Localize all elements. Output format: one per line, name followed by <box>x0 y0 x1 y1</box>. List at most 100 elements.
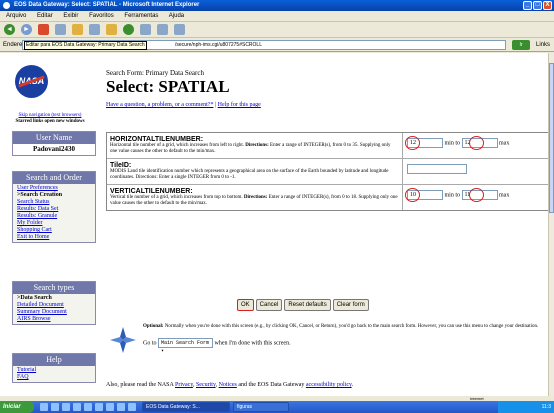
sidebar-item-search-status[interactable]: Search Status <box>17 199 91 206</box>
optional-text: Optional: Normally when you're done with… <box>143 324 539 329</box>
clear-form-button[interactable]: Clear form <box>332 299 369 311</box>
quicklaunch-icon[interactable] <box>40 403 48 411</box>
sidebar-item-detailed-document[interactable]: Detailed Document <box>17 302 91 309</box>
window-title: EOS Data Gateway: Select: SPATIAL - Micr… <box>14 2 200 8</box>
vtile-max-label: max <box>499 192 510 199</box>
address-bar: Endereço /secure/nph-ims.cgi/u807275#SCR… <box>0 38 554 52</box>
privacy-link[interactable]: Privacy <box>175 382 193 388</box>
policy-line: Also, please read the NASA Privacy, Secu… <box>106 382 354 388</box>
quicklaunch-icon[interactable] <box>62 403 70 411</box>
tileid-row: TileID: MODIS Land tile identification n… <box>107 159 548 185</box>
notices-link[interactable]: Notices <box>219 382 237 388</box>
vtile-description: Vertical tile number of a grid, which in… <box>110 195 398 206</box>
page-content: NASA Skip navigation (text browsers) Sta… <box>0 53 548 396</box>
htile-max-label: max <box>499 140 510 147</box>
sidebar-item-user-preferences[interactable]: User Preferences <box>17 185 91 192</box>
quicklaunch-icon[interactable] <box>51 403 59 411</box>
sidebar-item-results-granule[interactable]: Results: Granule <box>17 213 91 220</box>
sidebar-item-search-creation[interactable]: >Search Creation <box>17 192 91 199</box>
menu-edit[interactable]: Editar <box>37 13 53 19</box>
ok-button[interactable]: OK <box>237 299 254 311</box>
taskbar-item-eos[interactable]: EOS Data Gateway: S... <box>142 402 230 412</box>
search-types-box: Search types >Data Search Detailed Docum… <box>12 281 96 325</box>
tileid-controls <box>407 164 467 174</box>
vtile-min-to-label: min to <box>444 192 461 199</box>
sidebar-item-exit-home[interactable]: Exit to Home <box>17 234 91 241</box>
sidebar-item-my-folder[interactable]: My Folder <box>17 220 91 227</box>
go-button[interactable]: Ir <box>512 40 530 50</box>
cancel-button[interactable]: Cancel <box>255 299 283 311</box>
media-icon[interactable] <box>123 24 134 35</box>
quicklaunch-icon[interactable] <box>84 403 92 411</box>
question-link[interactable]: Have a question, a problem, or a comment… <box>106 102 213 108</box>
destination-select[interactable]: Main Search Form ▾ <box>158 338 213 354</box>
print-icon[interactable] <box>174 24 185 35</box>
system-tray: 11:3 <box>498 401 554 413</box>
vtile-controls: 10 min to 11 max <box>407 190 509 200</box>
menu-help[interactable]: Ajuda <box>169 13 184 19</box>
search-icon[interactable] <box>89 24 100 35</box>
search-types-header: Search types <box>13 282 95 294</box>
htile-row: HORIZONTALTILENUMBER: Horizontal tile nu… <box>107 133 548 159</box>
tileid-input[interactable] <box>407 164 467 174</box>
quicklaunch-icon[interactable] <box>128 403 136 411</box>
home-icon[interactable] <box>72 24 83 35</box>
minimize-button[interactable]: _ <box>523 1 532 10</box>
sidebar-item-shopping-cart[interactable]: Shopping Cart <box>17 227 91 234</box>
security-link[interactable]: Security <box>196 382 216 388</box>
reset-defaults-button[interactable]: Reset defaults <box>284 299 331 311</box>
accessibility-link[interactable]: accessibility policy <box>306 382 352 388</box>
internet-explorer-icon <box>3 2 10 9</box>
htile-controls: 12 min to 12 max <box>407 138 509 148</box>
back-button-icon[interactable]: ◄ <box>4 24 15 35</box>
nasa-logo[interactable]: NASA <box>15 65 48 98</box>
search-order-box: Search and Order User Preferences >Searc… <box>12 171 96 243</box>
menu-tools[interactable]: Ferramentas <box>124 13 158 19</box>
links-toolbar[interactable]: Links <box>536 38 550 52</box>
sidebar-item-results-data-set[interactable]: Results: Data Set <box>17 206 91 213</box>
stop-icon[interactable] <box>38 24 49 35</box>
menu-favorites[interactable]: Favoritos <box>89 13 114 19</box>
forward-button-icon[interactable]: ► <box>21 24 32 35</box>
menu-view[interactable]: Exibir <box>63 13 78 19</box>
sidebar-item-tutorial[interactable]: Tutorial <box>17 367 91 374</box>
history-icon[interactable] <box>140 24 151 35</box>
quicklaunch-icon[interactable] <box>117 403 125 411</box>
form-buttons: OK Cancel Reset defaults Clear form <box>237 299 369 311</box>
mail-icon[interactable] <box>157 24 168 35</box>
help-page-link[interactable]: Help for this page <box>218 102 261 108</box>
sidebar-item-summary-document[interactable]: Summary Document <box>17 309 91 316</box>
optional-destination: Optional: Normally when you're done with… <box>106 316 548 371</box>
tileid-description: MODIS Land tile identification number wh… <box>110 169 389 180</box>
highlight-circle-htile-min <box>405 136 420 150</box>
menu-file[interactable]: Arquivo <box>6 13 26 19</box>
help-header: Help <box>13 354 95 366</box>
sidebar-item-airs-browse[interactable]: AIRS Browse <box>17 316 91 323</box>
taskbar-item-figuras[interactable]: figuras <box>233 402 289 412</box>
search-order-header: Search and Order <box>13 172 95 184</box>
quicklaunch-icon[interactable] <box>95 403 103 411</box>
page-title: Select: SPATIAL <box>106 77 230 96</box>
refresh-icon[interactable] <box>55 24 66 35</box>
help-box: Help Tutorial FAQ <box>12 353 96 383</box>
spatial-form: HORIZONTALTILENUMBER: Horizontal tile nu… <box>106 132 548 211</box>
highlight-circle-vtile-max <box>469 188 484 202</box>
close-button[interactable]: X <box>543 1 552 10</box>
highlight-circle-htile-max <box>469 136 484 150</box>
clock: 11:3 <box>541 404 551 410</box>
vtile-heading: VERTICALTILENUMBER: <box>110 188 193 195</box>
sidebar: NASA Skip navigation (text browsers) Sta… <box>0 53 100 396</box>
quicklaunch-icon[interactable] <box>106 403 114 411</box>
quicklaunch-icon[interactable] <box>73 403 81 411</box>
vertical-scrollbar[interactable] <box>548 53 554 396</box>
maximize-button[interactable]: □ <box>533 1 542 10</box>
link-separator: | <box>214 102 217 108</box>
skip-navigation-link[interactable]: Skip navigation (text browsers) <box>2 113 98 118</box>
favorites-icon[interactable] <box>106 24 117 35</box>
sidebar-item-data-search[interactable]: >Data Search <box>17 295 91 302</box>
goto-line: Go to Main Search Form ▾ when I'm done w… <box>143 338 291 354</box>
htile-heading: HORIZONTALTILENUMBER: <box>110 136 204 143</box>
scrollbar-thumb[interactable] <box>549 63 554 213</box>
start-button[interactable]: Iniciar <box>0 401 34 413</box>
sidebar-item-faq[interactable]: FAQ <box>17 374 91 381</box>
